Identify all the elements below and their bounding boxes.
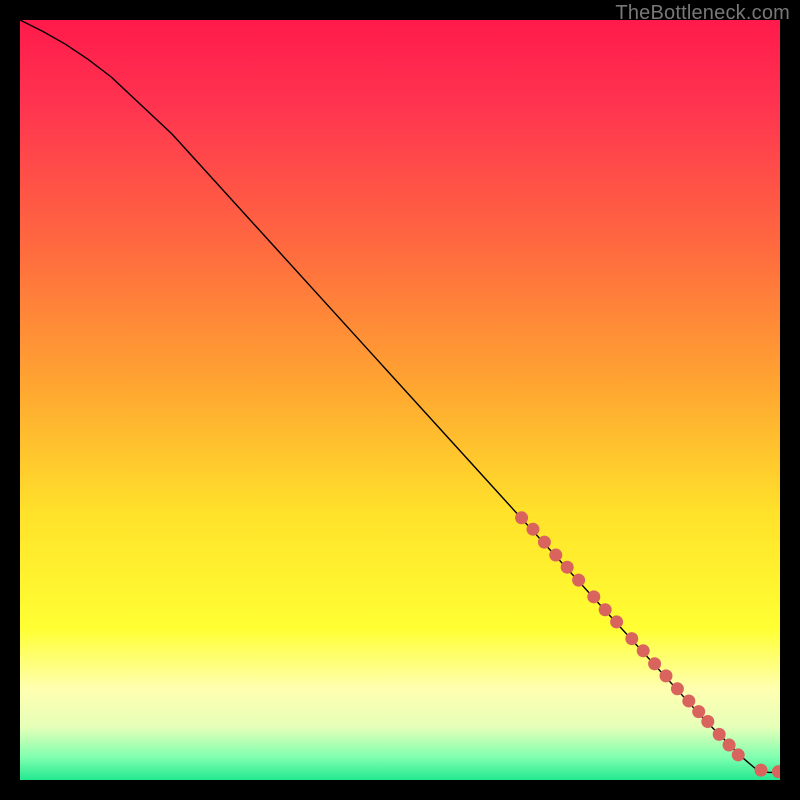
marker-point [610, 615, 623, 628]
marker-point [682, 694, 695, 707]
marker-point [515, 511, 528, 524]
marker-point [692, 705, 705, 718]
marker-point [587, 590, 600, 603]
marker-point [549, 549, 562, 562]
chart-svg [20, 20, 780, 780]
watermark-text: TheBottleneck.com [615, 2, 790, 25]
marker-point [648, 657, 661, 670]
chart-stage: TheBottleneck.com [0, 0, 800, 800]
marker-point [713, 728, 726, 741]
marker-point [637, 644, 650, 657]
marker-point [561, 561, 574, 574]
plot-background [20, 20, 780, 780]
marker-point [599, 603, 612, 616]
marker-point [671, 682, 684, 695]
marker-point [723, 739, 736, 752]
marker-point [701, 715, 714, 728]
marker-point [625, 632, 638, 645]
marker-point [660, 669, 673, 682]
marker-point [732, 748, 745, 761]
marker-point [755, 764, 768, 777]
marker-point [538, 536, 551, 549]
marker-point [572, 574, 585, 587]
marker-point [527, 523, 540, 536]
